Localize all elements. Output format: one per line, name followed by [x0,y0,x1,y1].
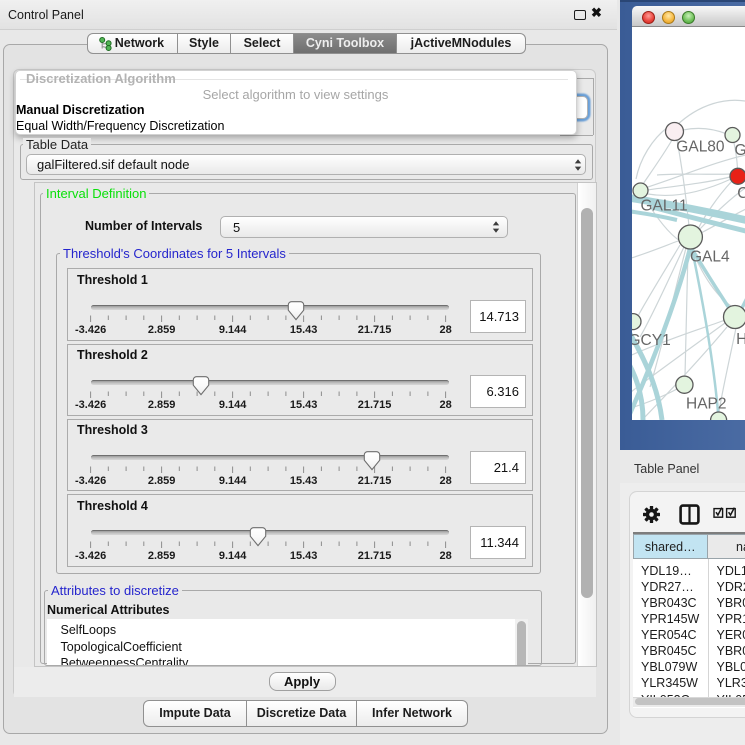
svg-text:HI: HI [736,331,745,348]
svg-text:HAP2: HAP2 [686,396,727,413]
svg-text:GCY1: GCY1 [632,332,671,349]
svg-text:GA: GA [735,142,745,159]
svg-text:GAL4: GAL4 [690,249,730,266]
svg-text:GAL11: GAL11 [641,198,688,215]
svg-text:GAL80: GAL80 [676,139,725,156]
svg-text:CO: CO [737,185,745,202]
